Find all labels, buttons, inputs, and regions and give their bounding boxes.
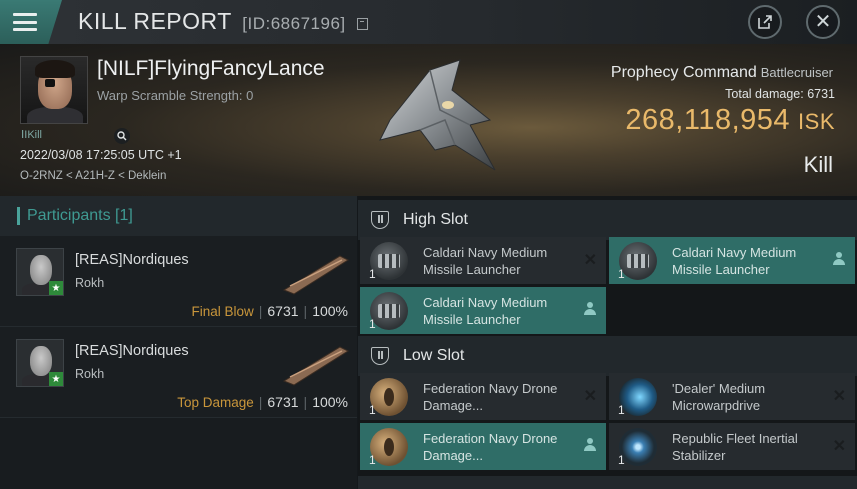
participant-ship: Rokh — [75, 276, 105, 290]
star-icon: ★ — [49, 281, 63, 295]
top-damage-tag: Top Damage — [177, 395, 254, 410]
module-item[interactable]: 1 Republic Fleet Inertial Stabilizer ✕ — [609, 423, 855, 470]
module-name: Caldari Navy Medium Missile Launcher — [423, 245, 548, 277]
victim-portrait[interactable] — [20, 56, 88, 124]
destroyed-icon: ✕ — [583, 252, 597, 269]
next-slot-header[interactable] — [358, 476, 857, 489]
module-name: Caldari Navy Medium Missile Launcher — [423, 295, 548, 327]
module-quantity: 1 — [369, 453, 376, 467]
high-slot-header[interactable]: High Slot — [358, 200, 857, 240]
participants-header[interactable]: Participants [1] — [0, 196, 357, 236]
dropped-icon — [584, 302, 596, 316]
module-item[interactable]: 1 Caldari Navy Medium Missile Launcher — [609, 237, 855, 284]
share-icon — [758, 15, 772, 29]
close-button[interactable]: ✕ — [806, 5, 840, 39]
search-icon[interactable] — [114, 128, 130, 144]
fitting-panel: High Slot 1 Caldari Navy Medium Missile … — [358, 196, 857, 489]
warp-scramble-strength: Warp Scramble Strength: 0 — [97, 88, 254, 103]
dropped-icon — [833, 252, 845, 266]
victim-name[interactable]: [NILF]FlyingFancyLance — [97, 57, 325, 81]
module-quantity: 1 — [369, 403, 376, 417]
total-damage: Total damage: 6731 — [725, 87, 835, 101]
module-name: 'Dealer' Medium Microwarpdrive — [672, 381, 766, 413]
participant-stats: Top Damage | 6731 | 100% — [177, 394, 348, 410]
ship-render[interactable] — [360, 50, 520, 180]
window-title-text: KILL REPORT — [78, 8, 232, 34]
module-item[interactable]: 1 Caldari Navy Medium Missile Launcher ✕ — [360, 237, 606, 284]
module-name: Caldari Navy Medium Missile Launcher — [672, 245, 797, 277]
title-bar: KILL REPORT [ID:6867196] ✕ — [0, 0, 857, 44]
destroyed-icon: ✕ — [583, 388, 597, 405]
ship-class: Battlecruiser — [760, 65, 833, 80]
menu-button[interactable] — [0, 0, 62, 44]
participant-name[interactable]: [REAS]Nordiques — [75, 252, 189, 268]
kill-tag: ⅠIKill — [21, 129, 42, 141]
participant-damage: 6731 — [267, 394, 299, 410]
participant-ship: Rokh — [75, 367, 105, 381]
participant-damage: 6731 — [267, 303, 299, 319]
participant-ship-render[interactable] — [280, 341, 352, 387]
participant-row[interactable]: ★ [REAS]Nordiques Rokh Final Blow | 6731 | 1… — [0, 236, 357, 327]
victim-ship[interactable]: Prophecy Command Battlecruiser — [611, 64, 833, 82]
victim-banner: [NILF]FlyingFancyLance Warp Scramble Str… — [0, 44, 857, 196]
avatar[interactable]: ★ — [16, 248, 64, 296]
star-icon: ★ — [49, 372, 63, 386]
low-slot-icon — [371, 347, 389, 365]
participants-panel: Participants [1] ★ [REAS]Nordiques Rokh … — [0, 196, 357, 489]
participant-percent: 100% — [312, 394, 348, 410]
hamburger-icon — [13, 13, 37, 31]
module-quantity: 1 — [618, 403, 625, 417]
window-title: KILL REPORT [ID:6867196] — [78, 8, 368, 35]
low-slot-header[interactable]: Low Slot — [358, 336, 857, 376]
participant-stats: Final Blow | 6731 | 100% — [191, 303, 348, 319]
participant-row[interactable]: ★ [REAS]Nordiques Rokh Top Damage | 6731 | 1… — [0, 327, 357, 418]
high-slot-title: High Slot — [403, 211, 468, 228]
participants-title: Participants — [27, 207, 111, 224]
kill-date: 2022/03/08 17:25:05 UTC +1 — [20, 148, 182, 162]
module-name: Republic Fleet Inertial Stabilizer — [672, 431, 798, 463]
total-damage-value: 6731 — [807, 87, 835, 101]
share-button[interactable] — [748, 5, 782, 39]
ship-name: Prophecy Command — [610, 64, 757, 81]
isk-unit: ISK — [798, 109, 835, 134]
module-item[interactable]: 1 Federation Navy Drone Damage... ✕ — [360, 373, 606, 420]
module-item[interactable]: 1 Caldari Navy Medium Missile Launcher — [360, 287, 606, 334]
participant-percent: 100% — [312, 303, 348, 319]
destroyed-icon: ✕ — [832, 438, 846, 455]
close-icon: ✕ — [814, 11, 832, 33]
module-name: Federation Navy Drone Damage... — [423, 381, 558, 413]
module-quantity: 1 — [369, 317, 376, 331]
participant-ship-render[interactable] — [280, 250, 352, 296]
dropped-icon — [584, 438, 596, 452]
avatar[interactable]: ★ — [16, 339, 64, 387]
participant-name[interactable]: [REAS]Nordiques — [75, 343, 189, 359]
module-item[interactable]: 1 Federation Navy Drone Damage... — [360, 423, 606, 470]
kill-id: [ID:6867196] — [242, 14, 346, 33]
module-quantity: 1 — [618, 267, 625, 281]
participants-count: [1] — [115, 207, 133, 224]
final-blow-tag: Final Blow — [191, 304, 254, 319]
isk-value: 268,118,954 ISK — [625, 104, 835, 136]
copy-icon[interactable] — [356, 18, 368, 30]
destroyed-icon: ✕ — [832, 388, 846, 405]
high-slot-icon — [371, 211, 389, 229]
module-quantity: 1 — [369, 267, 376, 281]
kill-result: Kill — [803, 152, 833, 177]
module-name: Federation Navy Drone Damage... — [423, 431, 558, 463]
module-item[interactable]: 1 'Dealer' Medium Microwarpdrive ✕ — [609, 373, 855, 420]
kill-location[interactable]: O-2RNZ < A21H-Z < Deklein — [20, 170, 166, 182]
module-quantity: 1 — [618, 453, 625, 467]
low-slot-title: Low Slot — [403, 347, 465, 364]
